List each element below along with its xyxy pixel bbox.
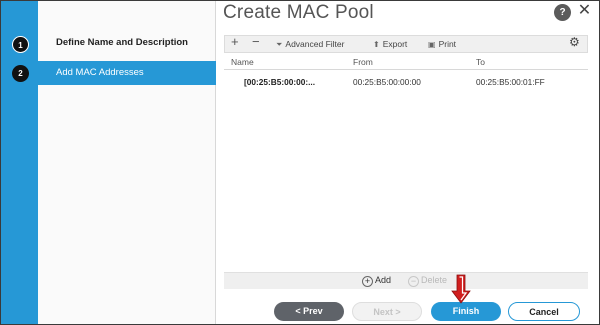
step-1-number: 1 — [12, 36, 29, 53]
prev-button[interactable]: < Prev — [274, 302, 344, 321]
wizard-steps-panel — [38, 1, 216, 324]
next-button[interactable]: Next > — [352, 302, 422, 321]
column-header-name[interactable]: Name — [231, 57, 254, 67]
funnel-icon: ⏷ — [276, 40, 283, 49]
mac-table-body — [224, 70, 588, 270]
column-header-from[interactable]: From — [353, 57, 373, 67]
printer-icon: ▣ — [428, 40, 436, 49]
table-action-bar: + Add − Delete — [224, 272, 588, 289]
table-toolbar: + − ⏷ Advanced Filter ⬆ Export ▣ Print ⚙ — [224, 35, 588, 53]
delete-label: Delete — [421, 275, 448, 285]
advanced-filter-label: Advanced Filter — [285, 39, 345, 49]
dialog-title: Create MAC Pool — [223, 2, 374, 23]
cancel-button[interactable]: Cancel — [508, 302, 580, 321]
export-button[interactable]: ⬆ Export — [373, 37, 407, 52]
print-label: Print — [438, 39, 457, 49]
create-mac-pool-dialog: 1 Define Name and Description 2 Add MAC … — [0, 0, 600, 325]
arrow-up-icon: ⬆ — [373, 40, 380, 49]
step-2-number: 2 — [12, 65, 29, 82]
help-button[interactable]: ? — [554, 4, 571, 21]
advanced-filter-button[interactable]: ⏷ Advanced Filter — [276, 37, 344, 52]
column-header-to[interactable]: To — [476, 57, 485, 67]
export-label: Export — [382, 39, 408, 49]
gear-icon[interactable]: ⚙ — [569, 35, 580, 49]
row-from-cell[interactable]: 00:25:B5:00:00:00 — [353, 77, 421, 87]
row-name-cell[interactable]: [00:25:B5:00:00:... — [244, 77, 315, 87]
add-label: Add — [375, 275, 392, 285]
toolbar-add-button[interactable]: + — [231, 35, 239, 49]
finish-button[interactable]: Finish — [431, 302, 501, 321]
header-divider — [224, 69, 588, 70]
toolbar-remove-button[interactable]: − — [252, 35, 260, 49]
minus-circle-icon: − — [408, 276, 419, 287]
plus-circle-icon: + — [362, 276, 373, 287]
row-to-cell[interactable]: 00:25:B5:00:01:FF — [476, 77, 545, 87]
step-2-label[interactable]: Add MAC Addresses — [56, 67, 144, 78]
close-button[interactable]: ✕ — [576, 2, 593, 19]
annotation-arrow-icon — [451, 274, 471, 304]
step-1-label[interactable]: Define Name and Description — [56, 37, 188, 48]
delete-button[interactable]: − Delete — [408, 275, 447, 287]
add-button[interactable]: + Add — [362, 275, 391, 287]
print-button[interactable]: ▣ Print — [428, 37, 456, 52]
